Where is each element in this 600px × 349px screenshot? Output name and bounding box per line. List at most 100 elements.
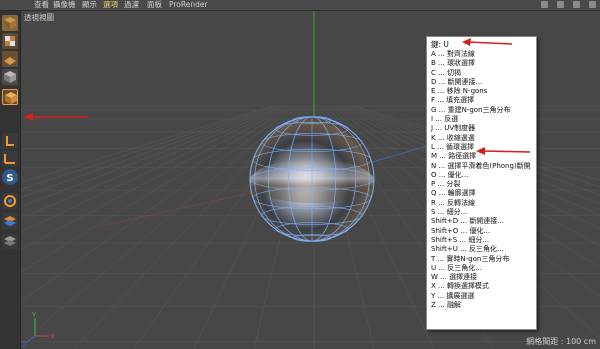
menu-item[interactable]: D ... 斷開連接... [427,78,536,87]
menu-item[interactable]: A ... 對齊法線 [427,50,536,59]
menu-item-label: 優化... [469,226,491,235]
menu-item[interactable]: N ... 選擇平滑着色(Phong)斷開 [427,162,536,171]
menu-item-separator: ... [435,50,447,58]
menu-item-separator: ... [458,217,470,226]
menu-item[interactable]: Shift+O ... 優化... [427,227,536,236]
menu-item-separator: ... [435,282,447,291]
hotkey-popup-menu: 鍵: U A ... 對齊法線 B ... 環狀選擇 C ... 切揭 D ... 斷… [426,36,537,330]
menu-item-separator: ... [436,189,448,198]
menu-item[interactable]: R ... 反轉法線 [427,199,536,208]
menu-options[interactable]: 選項 [103,0,118,10]
chrome-sphere[interactable] [249,116,375,242]
menu-item[interactable]: L ... 循環選擇 [427,143,536,152]
menu-item-separator: ... [436,105,448,114]
menu-filter[interactable]: 過濾 [124,0,139,10]
menu-item-separator: ... [436,161,448,170]
menu-item-label: 轉換選擇模式 [446,282,489,291]
menu-item[interactable]: Shift+S ... 細分... [427,236,536,245]
cube-tool-icon[interactable] [2,15,18,31]
menu-item-label: 細分... [446,208,468,217]
snap-s-icon[interactable]: S [2,169,18,185]
menu-item[interactable]: J ... UV制度器 [427,124,536,133]
menu-item[interactable]: Shift+U ... 反三角化... [427,245,536,254]
rotate-tool-icon[interactable] [2,193,18,209]
plane-texture-icon[interactable] [2,51,18,67]
menu-item-separator: ... [457,235,469,244]
menu-item[interactable]: E ... 移除 N-gons [427,87,536,96]
menu-item[interactable]: F ... 填充選擇 [427,96,536,105]
spline-l-icon[interactable] [2,133,18,149]
menu-item-separator: ... [435,133,447,142]
menu-item[interactable]: U ... 反三角化... [427,264,536,273]
checker-cube-icon[interactable] [2,33,18,49]
menu-prorender[interactable]: ProRender [169,0,208,10]
menu-item[interactable]: S ... 細分... [427,208,536,217]
menu-item-separator: ... [437,152,449,161]
menu-item-label: 收縮選選 [446,133,475,142]
menu-item[interactable]: W ... 選擇連接 [427,273,536,282]
menu-item[interactable]: O ... 優化... [427,171,536,180]
menu-item-label: 優化... [447,170,469,179]
menu-item-separator: ... [435,68,448,77]
menu-item[interactable]: K ... 收縮選選 [427,134,536,143]
layers-icon[interactable] [2,213,18,229]
menu-item[interactable]: X ... 轉換選擇模式 [427,282,536,291]
menu-item-label: 循環選擇 [446,142,475,151]
menu-key-header: 鍵: U [431,40,449,49]
menu-item-separator: ... [435,96,447,105]
gray-cube-icon[interactable] [2,69,18,85]
menu-item-label: 路徑選擇 [448,152,477,161]
menu-item-separator: ... [433,124,445,133]
menu-item[interactable]: I ... 反選 [427,115,536,124]
axis-gizmo: Y X Z [22,311,55,349]
object-mode-icon[interactable] [2,89,18,105]
svg-text:Z: Z [22,341,27,349]
menu-item[interactable]: T ... 實時N-gon三角分布 [427,255,536,264]
menu-item-separator: ... [436,77,448,86]
menu-item-separator: ... [434,142,447,151]
menu-item[interactable]: Q ... 輪廓選擇 [427,189,536,198]
menu-item-label: 實時N-gon三角分布 [446,254,510,263]
menu-item-separator: ... [435,198,448,207]
menu-item-separator: ... [436,263,448,272]
menu-item-label: 重建N-gon三角分布 [447,105,511,114]
menu-item-key: Shift+S [431,235,458,244]
menu-item-key: Shift+D [431,217,459,226]
menu-item-label: 選擇連接 [449,273,478,282]
menu-item[interactable]: G ... 重建N-gon三角分布 [427,106,536,115]
left-toolbar: S [0,11,21,349]
menu-item[interactable]: Z ... 融解 [427,301,536,310]
menu-panel[interactable]: 面板 [147,0,162,10]
grid-spacing-readout: 網格間距 : 100 cm [526,337,596,346]
menu-display[interactable]: 顯示 [82,0,97,10]
menu-item-separator: ... [435,87,447,96]
rotate-view-icon[interactable] [572,1,580,8]
menu-item-separator: ... [458,226,470,235]
menu-item-label: 反選 [444,115,459,124]
menu-item-separator: ... [457,245,470,254]
menu-item[interactable]: B ... 環狀選擇 [427,59,536,68]
grid-stack-icon[interactable] [2,233,18,249]
menu-item-list: A ... 對齊法線 B ... 環狀選擇 C ... 切揭 D ... 斷開連接..… [427,50,536,310]
menu-item[interactable]: P ... 分裂 [427,180,536,189]
move-tool-icon[interactable] [2,151,18,167]
menu-item-label: 融解 [446,301,461,310]
menu-camera[interactable]: 攝像機 [53,0,76,10]
menu-item[interactable]: M ... 路徑選擇 [427,152,536,161]
maximize-view-icon[interactable] [589,1,596,8]
viewport-label: 透視視圖 [24,13,54,22]
menu-item-label: UV制度器 [444,124,476,133]
menu-item-label: 選擇平滑着色(Phong)斷開 [447,161,531,170]
menu-item-label: 細分... [468,235,490,244]
menu-item-label: 擴展選選 [446,291,475,300]
menu-item-label: 分裂 [446,180,461,189]
menu-item[interactable]: Y ... 擴展選選 [427,292,536,301]
menu-item[interactable]: C ... 切揭 [427,69,536,78]
menu-view[interactable]: 查看 [34,0,49,10]
menu-item[interactable]: Shift+D ... 斷開連接... [427,217,536,226]
menu-item-key: W [431,273,438,282]
menu-item-separator: ... [435,59,447,68]
move-view-icon[interactable] [540,1,548,8]
zoom-view-icon[interactable] [556,1,564,8]
menu-item-separator: ... [435,180,447,189]
